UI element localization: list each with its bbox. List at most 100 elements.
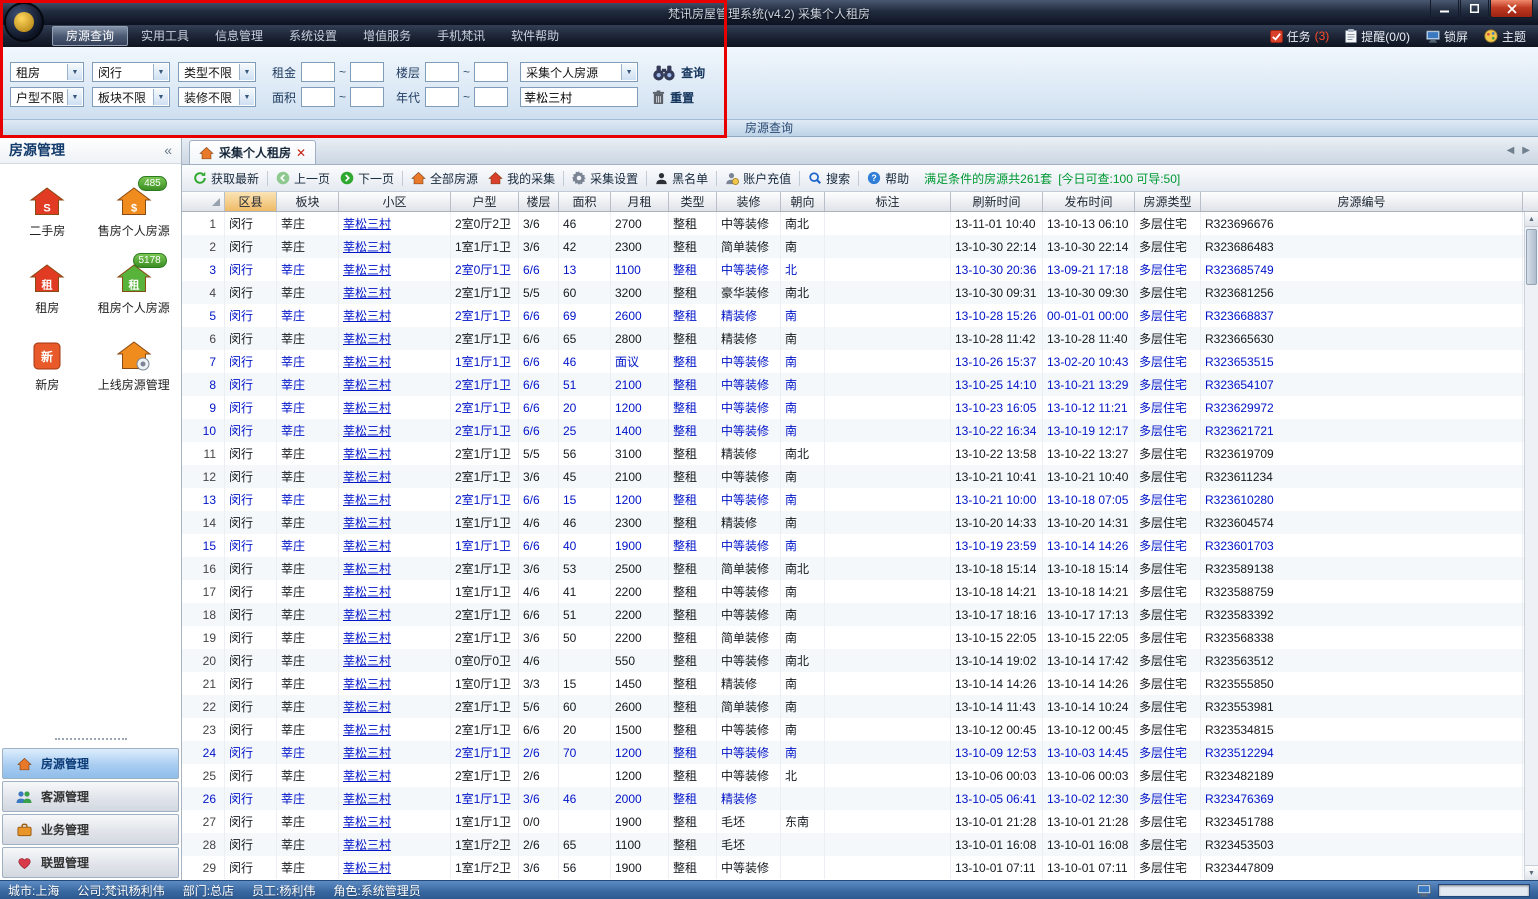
table-row[interactable]: 12闵行莘庄莘松三村2室1厅1卫3/6452100整租中等装修南13-10-21…	[182, 465, 1524, 488]
column-header-note[interactable]: 标注	[825, 192, 951, 211]
tab-close-icon[interactable]: ✕	[296, 146, 306, 160]
shortcut-house-rent[interactable]: 租租房	[4, 263, 90, 316]
rent-min-input[interactable]	[301, 62, 335, 82]
cell-community[interactable]: 莘松三村	[339, 649, 451, 672]
cell-community[interactable]: 莘松三村	[339, 488, 451, 511]
column-header-orientation[interactable]: 朝向	[781, 192, 825, 211]
column-header-type[interactable]: 类型	[669, 192, 717, 211]
table-row[interactable]: 19闵行莘庄莘松三村2室1厅1卫3/6502200整租简单装修南13-10-15…	[182, 626, 1524, 649]
table-row[interactable]: 3闵行莘庄莘松三村2室0厅1卫6/6131100整租中等装修北13-10-30 …	[182, 258, 1524, 281]
menu-item[interactable]: 房源查询	[52, 26, 128, 46]
cell-community[interactable]: 莘松三村	[339, 258, 451, 281]
column-header-rent[interactable]: 月租	[611, 192, 669, 211]
maximize-button[interactable]	[1460, 0, 1489, 18]
cell-community[interactable]: 莘松三村	[339, 580, 451, 603]
layout-select[interactable]: 户型不限▼	[10, 87, 84, 107]
toolbar-collect-settings-gear-button[interactable]: 采集设置	[567, 168, 643, 189]
cell-community[interactable]: 莘松三村	[339, 327, 451, 350]
scroll-down-icon[interactable]: ▼	[1525, 865, 1538, 880]
cell-community[interactable]: 莘松三村	[339, 304, 451, 327]
table-row[interactable]: 17闵行莘庄莘松三村1室1厅1卫4/6412200整租中等装修南13-10-18…	[182, 580, 1524, 603]
area-min-input[interactable]	[301, 87, 335, 107]
area-max-input[interactable]	[350, 87, 384, 107]
table-row[interactable]: 22闵行莘庄莘松三村2室1厅1卫5/6602600整租简单装修南13-10-14…	[182, 695, 1524, 718]
cell-community[interactable]: 莘松三村	[339, 396, 451, 419]
column-header-layout[interactable]: 户型	[451, 192, 519, 211]
table-row[interactable]: 7闵行莘庄莘松三村1室1厅1卫6/646面议整租中等装修南13-10-26 15…	[182, 350, 1524, 373]
column-header-community[interactable]: 小区	[339, 192, 451, 211]
column-header-block[interactable]: 板块	[277, 192, 339, 211]
listing-type-select[interactable]: 租房▼	[10, 62, 84, 82]
toolbar-my-collect-house-button[interactable]: 我的采集	[483, 168, 560, 189]
year-max-input[interactable]	[474, 87, 508, 107]
menu-utility-item[interactable]: 锁屏	[1426, 28, 1468, 45]
menu-utility-item[interactable]: 主题	[1484, 28, 1526, 45]
cell-community[interactable]: 莘松三村	[339, 695, 451, 718]
toolbar-recharge-person-button[interactable]: 账户充值	[720, 168, 796, 189]
keyword-input[interactable]	[520, 87, 638, 107]
rent-max-input[interactable]	[350, 62, 384, 82]
district-select[interactable]: 闵行▼	[92, 62, 170, 82]
cell-community[interactable]: 莘松三村	[339, 350, 451, 373]
query-button[interactable]: 查询	[652, 64, 705, 81]
year-min-input[interactable]	[425, 87, 459, 107]
tab-collect-personal-rental[interactable]: 采集个人租房 ✕	[189, 140, 316, 164]
category-select[interactable]: 类型不限▼	[178, 62, 256, 82]
block-select[interactable]: 板块不限▼	[92, 87, 170, 107]
menu-item[interactable]: 信息管理	[202, 26, 276, 46]
toolbar-prev-page-button[interactable]: 上一页	[271, 168, 335, 189]
cell-community[interactable]: 莘松三村	[339, 419, 451, 442]
cell-community[interactable]: 莘松三村	[339, 465, 451, 488]
cell-community[interactable]: 莘松三村	[339, 212, 451, 235]
column-header-district[interactable]: 区县	[225, 192, 277, 211]
table-row[interactable]: 26闵行莘庄莘松三村1室1厅1卫3/6462000整租精装修13-10-05 0…	[182, 787, 1524, 810]
cell-community[interactable]: 莘松三村	[339, 235, 451, 258]
cell-community[interactable]: 莘松三村	[339, 281, 451, 304]
toolbar-next-page-button[interactable]: 下一页	[335, 168, 399, 189]
floor-min-input[interactable]	[425, 62, 459, 82]
collect-source-select[interactable]: 采集个人房源▼	[520, 62, 638, 82]
vertical-scrollbar[interactable]: ▲ ▼	[1524, 212, 1538, 880]
cell-community[interactable]: 莘松三村	[339, 557, 451, 580]
sidebar-nav-item[interactable]: 联盟管理	[2, 847, 179, 878]
close-button[interactable]	[1490, 0, 1533, 18]
table-row[interactable]: 9闵行莘庄莘松三村2室1厅1卫6/6201200整租中等装修南13-10-23 …	[182, 396, 1524, 419]
reset-button[interactable]: 重置	[652, 89, 694, 106]
cell-community[interactable]: 莘松三村	[339, 603, 451, 626]
table-row[interactable]: 15闵行莘庄莘松三村1室1厅1卫6/6401900整租中等装修南13-10-19…	[182, 534, 1524, 557]
column-header-property-type[interactable]: 房源类型	[1135, 192, 1201, 211]
table-row[interactable]: 2闵行莘庄莘松三村1室1厅1卫3/6422300整租简单装修南13-10-30 …	[182, 235, 1524, 258]
menu-utility-item[interactable]: 提醒(0/0)	[1345, 28, 1410, 45]
shortcut-house-online[interactable]: 上线房源管理	[91, 340, 177, 393]
table-row[interactable]: 6闵行莘庄莘松三村2室1厅1卫6/6652800整租精装修南13-10-28 1…	[182, 327, 1524, 350]
table-row[interactable]: 28闵行莘庄莘松三村1室1厅2卫2/6651100整租毛坯13-10-01 16…	[182, 833, 1524, 856]
column-header-area[interactable]: 面积	[559, 192, 611, 211]
toolbar-blacklist-person-button[interactable]: 黑名单	[650, 168, 713, 189]
tab-scroll-left-icon[interactable]: ◀	[1507, 145, 1515, 156]
sidebar-nav-item[interactable]: 房源管理	[2, 748, 179, 779]
cell-community[interactable]: 莘松三村	[339, 810, 451, 833]
table-row[interactable]: 25闵行莘庄莘松三村2室1厅1卫2/61200整租中等装修北13-10-06 0…	[182, 764, 1524, 787]
table-row[interactable]: 16闵行莘庄莘松三村2室1厅1卫3/6532500整租简单装修南北13-10-1…	[182, 557, 1524, 580]
cell-community[interactable]: 莘松三村	[339, 787, 451, 810]
cell-community[interactable]: 莘松三村	[339, 373, 451, 396]
shortcut-house-rent-personal[interactable]: 5178租租房个人房源	[91, 263, 177, 316]
column-header-refresh-time[interactable]: 刷新时间	[951, 192, 1043, 211]
menu-item[interactable]: 手机梵讯	[424, 26, 498, 46]
table-row[interactable]: 20闵行莘庄莘松三村0室0厅0卫4/6550整租中等装修南北13-10-14 1…	[182, 649, 1524, 672]
shortcut-house-new[interactable]: 新新房	[4, 340, 90, 393]
cell-community[interactable]: 莘松三村	[339, 741, 451, 764]
cell-community[interactable]: 莘松三村	[339, 718, 451, 741]
table-row[interactable]: 4闵行莘庄莘松三村2室1厅1卫5/5603200整租豪华装修南北13-10-30…	[182, 281, 1524, 304]
floor-max-input[interactable]	[474, 62, 508, 82]
sidebar-nav-item[interactable]: 业务管理	[2, 814, 179, 845]
menu-item[interactable]: 系统设置	[276, 26, 350, 46]
shortcut-house-secondhand[interactable]: S二手房	[4, 186, 90, 239]
minimize-button[interactable]	[1430, 0, 1459, 18]
table-row[interactable]: 5闵行莘庄莘松三村2室1厅1卫6/6692600整租精装修南13-10-28 1…	[182, 304, 1524, 327]
table-row[interactable]: 1闵行莘庄莘松三村2室0厅2卫3/6462700整租中等装修南北13-11-01…	[182, 212, 1524, 235]
column-header-publish-time[interactable]: 发布时间	[1043, 192, 1135, 211]
table-row[interactable]: 24闵行莘庄莘松三村2室1厅1卫2/6701200整租中等装修南13-10-09…	[182, 741, 1524, 764]
table-row[interactable]: 29闵行莘庄莘松三村1室1厅2卫3/6561900整租中等装修13-10-01 …	[182, 856, 1524, 879]
column-header-listing-id[interactable]: 房源编号	[1201, 192, 1523, 211]
